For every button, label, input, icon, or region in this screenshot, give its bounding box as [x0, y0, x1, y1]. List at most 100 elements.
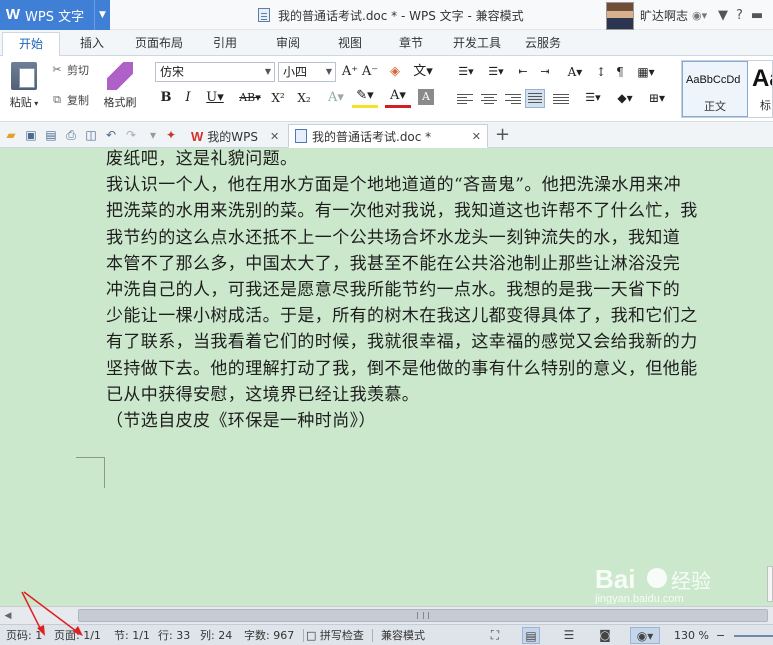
- chevron-down-icon[interactable]: ▼: [94, 0, 110, 30]
- print-icon[interactable]: ⎙: [64, 128, 78, 142]
- chinese-layout-icon[interactable]: A▾: [562, 62, 588, 82]
- document-canvas[interactable]: 废纸吧，这是礼貌问题。 我认识一个人，他在用水方面是个地地道道的“吝啬鬼”。他把…: [0, 148, 773, 606]
- page-view-icon[interactable]: ▤: [522, 627, 540, 644]
- style-normal[interactable]: AaBbCcDd 正文: [682, 61, 748, 117]
- align-right-icon[interactable]: [505, 92, 521, 106]
- copy-button[interactable]: ⧉ 复制: [50, 92, 89, 108]
- document-line[interactable]: 把洗菜的水用来洗别的菜。有一次他对我说，我知道这也许帮不了什么忙，我: [106, 198, 773, 224]
- styles-gallery[interactable]: AaBbCcDd 正文 Aa 标: [681, 60, 773, 118]
- outline-view-icon[interactable]: ☰: [560, 627, 578, 644]
- user-menu-icon[interactable]: ◉▾: [692, 9, 707, 22]
- chevron-down-icon[interactable]: ▼: [323, 63, 335, 81]
- distributed-align-icon[interactable]: [553, 92, 569, 106]
- document-line[interactable]: 少能让一棵小树成活。于是，所有的树木在我这儿都变得具体了，我和它们之: [106, 303, 773, 329]
- scroll-left-icon[interactable]: ◀: [2, 609, 14, 623]
- tab-my-wps[interactable]: W 我的WPS ✕: [184, 124, 286, 148]
- line-spacing-icon[interactable]: ☰▾: [580, 88, 606, 108]
- web-view-icon[interactable]: ◙: [596, 627, 614, 644]
- zoom-out-icon[interactable]: −: [716, 625, 725, 645]
- spell-check-toggle[interactable]: □ 拼写检查: [306, 625, 364, 645]
- increase-indent-icon[interactable]: ⇥: [536, 62, 554, 82]
- status-pages[interactable]: 页面: 1/1: [54, 625, 101, 645]
- document-line[interactable]: 冲洗自己的人，可我还是愿意尽我所能节约一点水。我想的是我一天省下的: [106, 277, 773, 303]
- open-folder-icon[interactable]: ▰: [4, 128, 18, 142]
- grow-font-icon[interactable]: A⁺: [341, 62, 359, 82]
- user-name[interactable]: 旷达啊志: [640, 7, 688, 24]
- close-icon[interactable]: ✕: [270, 130, 279, 143]
- export-pdf-icon[interactable]: ▤: [44, 128, 58, 142]
- tab-review[interactable]: 审阅: [266, 30, 310, 56]
- eye-protection-icon[interactable]: ◉▾: [630, 627, 660, 644]
- document-line[interactable]: 我认识一个人，他在用水方面是个地地道道的“吝啬鬼”。他把洗澡水用来冲: [106, 172, 773, 198]
- chevron-down-icon[interactable]: ▾: [32, 99, 38, 108]
- more-icon[interactable]: ▬: [751, 8, 763, 23]
- help-icon[interactable]: ?: [736, 8, 743, 23]
- undo-icon[interactable]: ↶: [104, 128, 118, 142]
- highlight-icon[interactable]: ✎▾: [352, 88, 378, 108]
- redo-icon[interactable]: ↷: [124, 128, 138, 142]
- font-color-icon[interactable]: A▾: [385, 88, 411, 108]
- font-size-select[interactable]: 小四 ▼: [278, 62, 336, 82]
- chevron-down-icon[interactable]: ▼: [262, 63, 274, 81]
- superscript-icon[interactable]: X²: [268, 88, 288, 108]
- print-preview-icon[interactable]: ◫: [84, 128, 98, 142]
- tab-home[interactable]: 开始: [2, 32, 60, 57]
- borders-icon[interactable]: ⊞▾: [644, 88, 670, 108]
- document-line[interactable]: （节选自皮皮《环保是一种时尚》）: [106, 408, 773, 434]
- strikethrough-icon[interactable]: AB▾: [236, 88, 264, 108]
- align-left-icon[interactable]: [457, 92, 473, 106]
- shading-icon[interactable]: ◆▾: [612, 88, 638, 108]
- new-tab-icon[interactable]: +: [495, 124, 510, 146]
- decrease-indent-icon[interactable]: ⇤: [514, 62, 532, 82]
- document-line[interactable]: 废纸吧，这是礼貌问题。: [106, 148, 773, 172]
- document-line[interactable]: 我节约的这么点水还抵不上一个公共场合坏水龙头一刻钟流失的水，我知道: [106, 225, 773, 251]
- document-line[interactable]: 有了联系，当我看着它们的时候，我就很幸福，这幸福的感觉又会给我新的力: [106, 329, 773, 355]
- document-line[interactable]: 已从中获得安慰，这境界已经让我羡慕。: [106, 382, 773, 408]
- document-body[interactable]: 废纸吧，这是礼貌问题。 我认识一个人，他在用水方面是个地地道道的“吝啬鬼”。他把…: [106, 148, 773, 434]
- zoom-slider[interactable]: [734, 635, 773, 637]
- pinyin-guide-icon[interactable]: 文▾: [410, 62, 436, 82]
- tab-page-layout[interactable]: 页面布局: [128, 30, 190, 56]
- text-effect-icon[interactable]: A▾: [326, 88, 346, 108]
- tab-view[interactable]: 视图: [328, 30, 372, 56]
- avatar[interactable]: [606, 1, 634, 30]
- shrink-font-icon[interactable]: A⁻: [361, 62, 379, 82]
- numbering-icon[interactable]: ☰▾: [483, 62, 509, 82]
- document-line[interactable]: 本管不了那么多，中国太大了，我甚至不能在公共浴池制止那些让淋浴没完: [106, 251, 773, 277]
- zoom-level[interactable]: 130 %: [674, 625, 709, 645]
- underline-icon[interactable]: U▾: [204, 88, 226, 108]
- subscript-icon[interactable]: X₂: [294, 88, 314, 108]
- clear-format-icon[interactable]: ◈: [386, 62, 404, 82]
- bullets-icon[interactable]: ☰▾: [453, 62, 479, 82]
- show-marks-icon[interactable]: ¶: [612, 62, 628, 82]
- tab-document[interactable]: 我的普通话考试.doc * ✕: [288, 124, 488, 148]
- format-painter-button[interactable]: 格式刷: [100, 60, 140, 118]
- scrollbar-thumb[interactable]: [78, 609, 768, 622]
- chevron-down-icon[interactable]: ▾: [146, 128, 160, 142]
- paste-button[interactable]: 粘贴 ▾: [4, 60, 44, 118]
- fullscreen-icon[interactable]: ⛶: [486, 627, 504, 644]
- character-shading-icon[interactable]: A: [418, 89, 434, 105]
- table-icon[interactable]: ▦▾: [633, 62, 659, 82]
- close-icon[interactable]: ✕: [472, 130, 481, 143]
- user-account[interactable]: 旷达啊志 ◉▾: [606, 0, 707, 30]
- align-center-icon[interactable]: [481, 92, 497, 106]
- justify-icon[interactable]: [525, 89, 545, 108]
- horizontal-scrollbar[interactable]: ◀: [0, 606, 773, 624]
- font-family-select[interactable]: 仿宋 ▼: [155, 62, 275, 82]
- tab-developer[interactable]: 开发工具: [446, 30, 508, 56]
- status-page-code[interactable]: 页码: 1: [6, 625, 42, 645]
- tab-references[interactable]: 引用: [203, 30, 247, 56]
- italic-icon[interactable]: I: [180, 88, 196, 108]
- pin-icon[interactable]: ✦: [164, 128, 178, 142]
- tab-insert[interactable]: 插入: [70, 30, 114, 56]
- tab-cloud-services[interactable]: 云服务: [518, 30, 568, 56]
- bold-icon[interactable]: B: [158, 88, 174, 108]
- save-icon[interactable]: ▣: [24, 128, 38, 142]
- tab-chapter[interactable]: 章节: [389, 30, 433, 56]
- document-line[interactable]: 坚持做下去。他的理解打动了我，倒不是他做的事有什么特别的意义，但他能: [106, 356, 773, 382]
- sort-icon[interactable]: ↕: [593, 62, 609, 82]
- app-menu-button[interactable]: W WPS 文字 ▼: [0, 0, 110, 30]
- skin-icon[interactable]: ▼: [718, 8, 728, 23]
- cut-button[interactable]: ✂ 剪切: [50, 62, 89, 78]
